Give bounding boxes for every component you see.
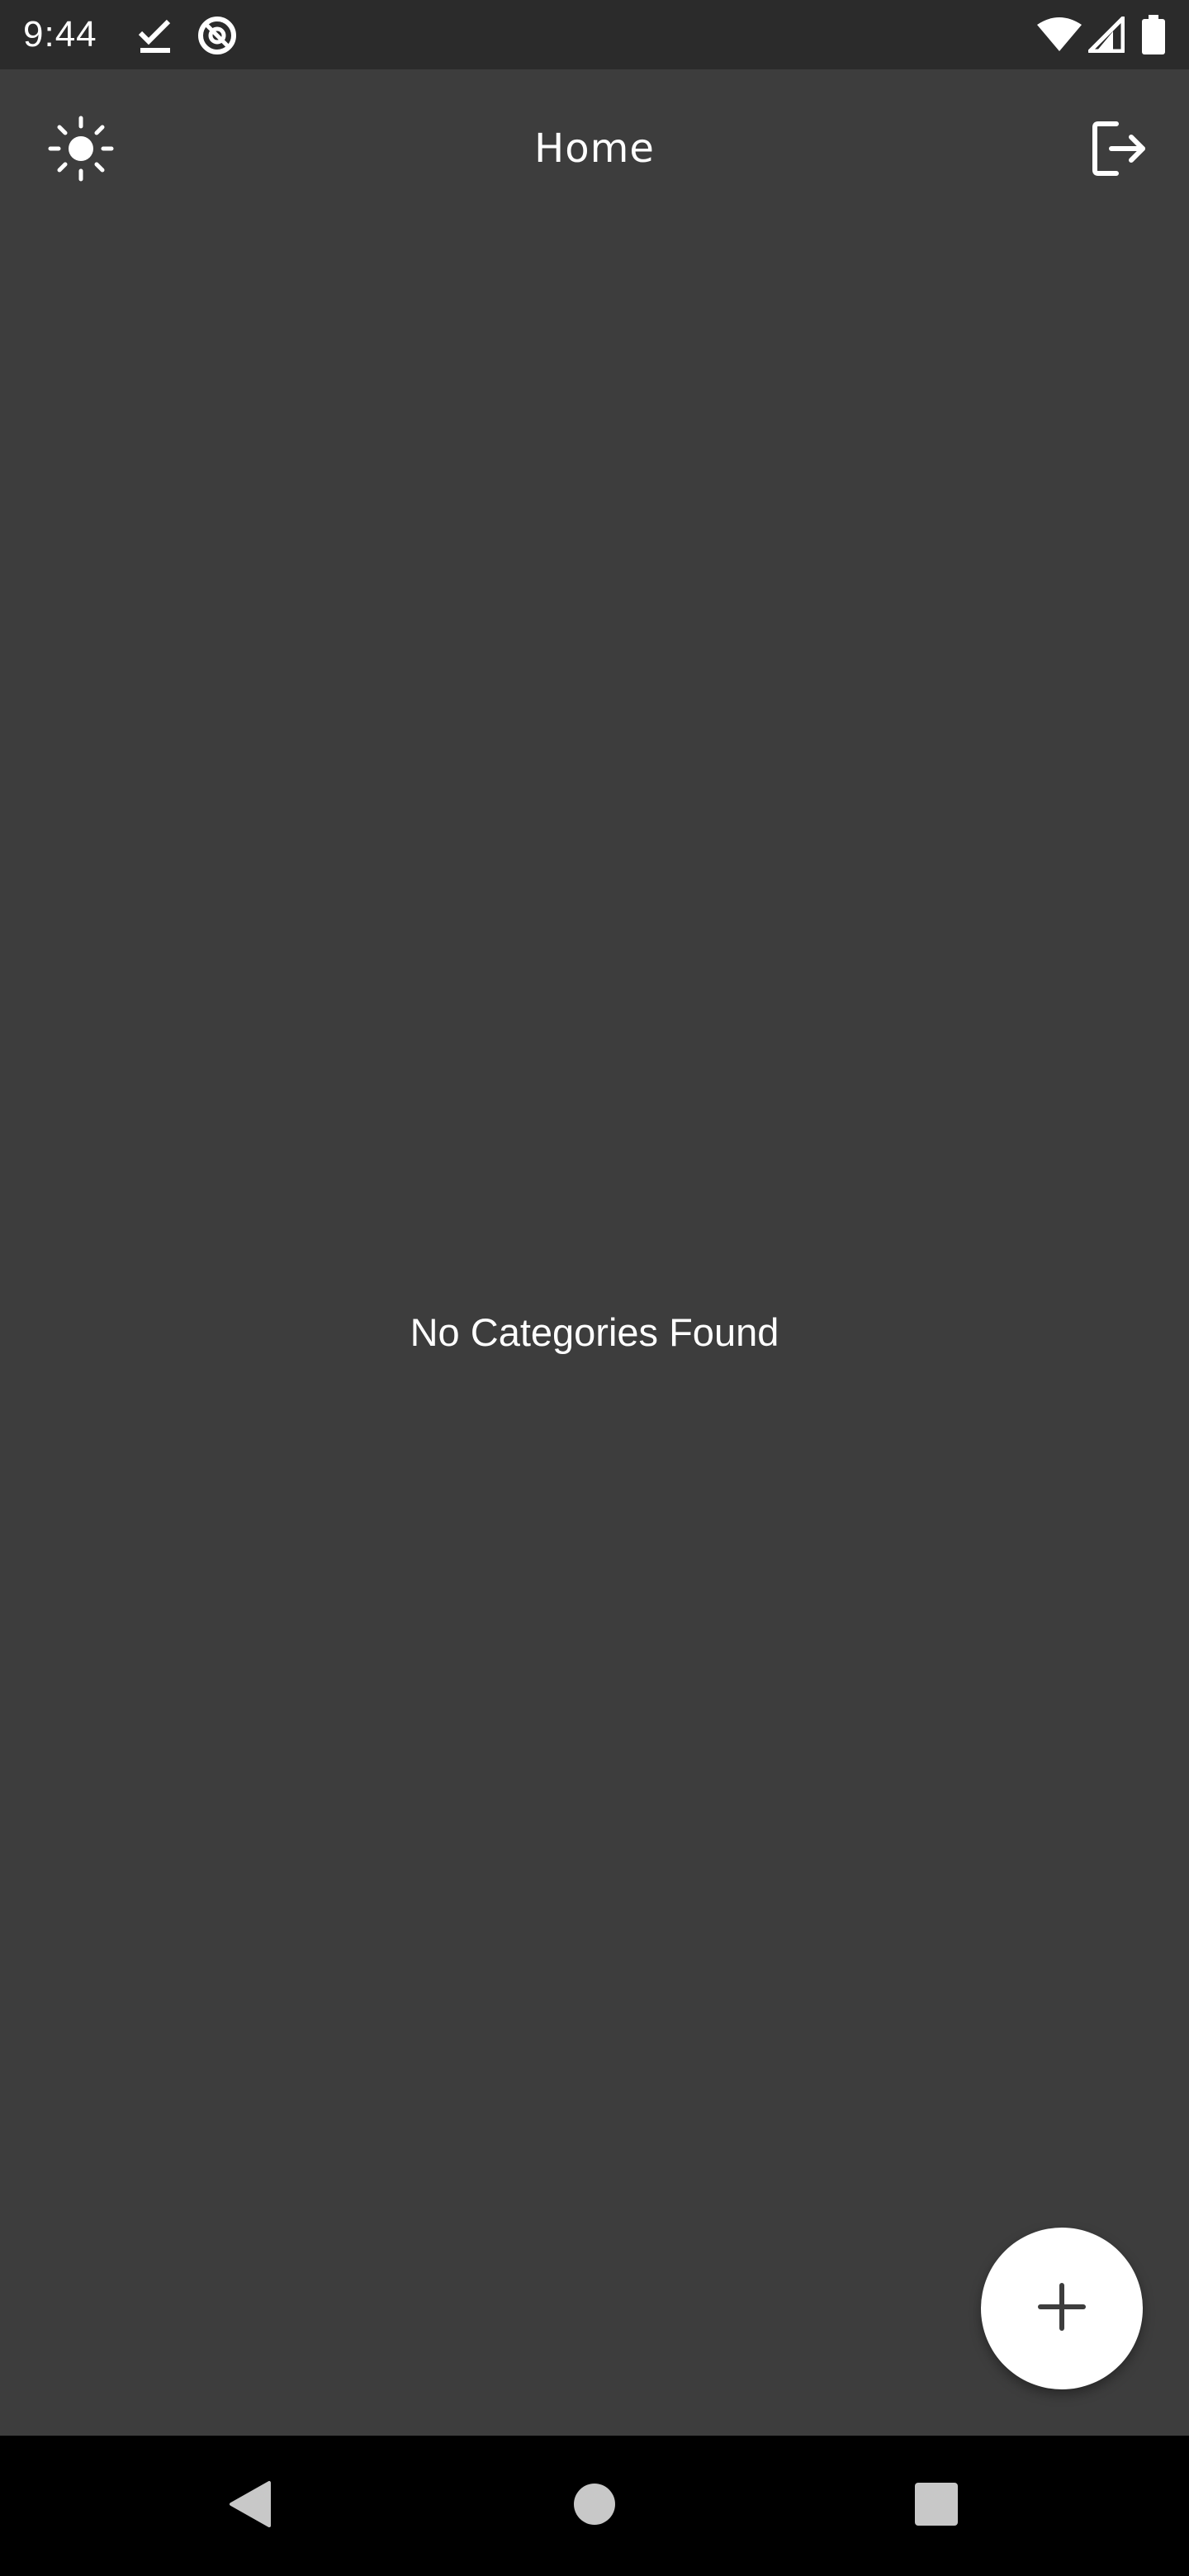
home-icon (573, 2483, 616, 2530)
wifi-icon (1037, 17, 1082, 53)
home-button[interactable] (520, 2436, 669, 2576)
checkmark-download-icon (137, 18, 173, 54)
plus-icon (1037, 2282, 1087, 2336)
empty-state-message: No Categories Found (410, 1310, 779, 1354)
cellular-signal-icon (1088, 17, 1125, 53)
logout-icon (1090, 119, 1149, 182)
system-nav-bar (0, 2436, 1189, 2576)
no-disturb-icon (197, 15, 238, 56)
recents-button[interactable] (862, 2436, 1011, 2576)
battery-icon (1141, 15, 1166, 54)
status-time: 9:44 (23, 14, 97, 54)
add-category-button[interactable] (981, 2228, 1143, 2389)
app-screen: 9:44 Home No Categories Found (0, 0, 1189, 2576)
recents-icon (914, 2482, 959, 2531)
status-bar: 9:44 (0, 0, 1189, 69)
logout-button[interactable] (1073, 104, 1166, 197)
back-icon (226, 2479, 272, 2533)
back-button[interactable] (175, 2436, 324, 2576)
page-title: Home (534, 125, 655, 172)
app-bar: Home (0, 69, 1189, 231)
